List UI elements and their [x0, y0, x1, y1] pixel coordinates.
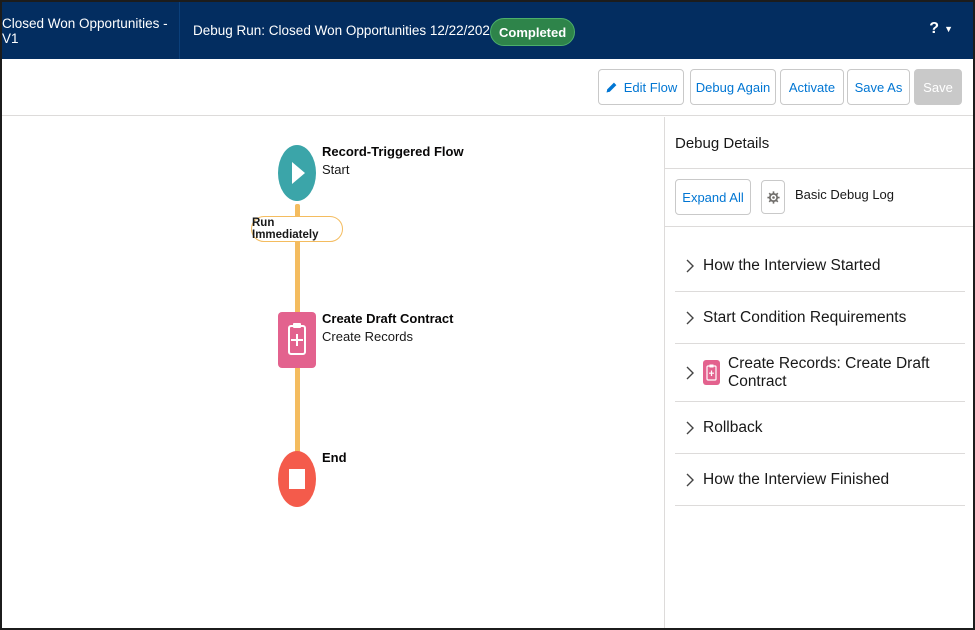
clipboard-plus-icon — [703, 360, 720, 385]
start-node-subtitle: Start — [322, 162, 350, 177]
section-create-records[interactable]: Create Records: Create Draft Contract — [675, 344, 965, 402]
flow-canvas: Record-Triggered Flow Start Run Immediat… — [2, 117, 664, 628]
section-how-interview-started[interactable]: How the Interview Started — [675, 240, 965, 292]
end-node[interactable] — [278, 451, 316, 507]
chevron-right-icon — [686, 366, 694, 379]
action-node-title: Create Draft Contract — [322, 311, 454, 326]
section-start-condition-requirements[interactable]: Start Condition Requirements — [675, 292, 965, 344]
chevron-down-icon: ▼ — [944, 24, 953, 34]
chevron-right-icon — [686, 311, 694, 324]
edit-flow-button[interactable]: Edit Flow — [598, 69, 684, 105]
start-node[interactable] — [278, 145, 316, 201]
help-icon: ? — [929, 20, 940, 37]
section-label: Create Records: Create Draft Contract — [728, 354, 930, 390]
debug-sections-list: How the Interview Started Start Conditio… — [675, 240, 965, 506]
status-badge: Completed — [490, 18, 576, 46]
action-node-subtitle: Create Records — [322, 329, 414, 344]
debug-details-panel: Debug Details Expand All Basic Debug Log… — [664, 117, 973, 628]
section-label: How the Interview Finished — [703, 470, 890, 488]
section-how-interview-finished[interactable]: How the Interview Finished — [675, 454, 965, 506]
chevron-right-icon — [686, 473, 694, 486]
section-label: How the Interview Started — [703, 256, 881, 274]
clipboard-plus-icon — [278, 312, 316, 368]
section-label: Rollback — [703, 418, 763, 436]
debug-log-level-label: Basic Debug Log — [795, 187, 895, 202]
divider — [665, 226, 973, 227]
save-as-button[interactable]: Save As — [847, 69, 910, 105]
run-immediately-path-label[interactable]: Run Immediately — [251, 216, 343, 242]
chevron-right-icon — [686, 259, 694, 272]
top-header: Closed Won Opportunities - V1 Debug Run:… — [2, 2, 973, 59]
toolbar: Edit Flow Debug Again Activate Save As S… — [2, 59, 973, 116]
connector-line — [295, 364, 300, 456]
flow-name-tab[interactable]: Closed Won Opportunities - V1 — [2, 2, 180, 59]
expand-all-button[interactable]: Expand All — [675, 179, 751, 215]
panel-title: Debug Details — [675, 135, 770, 152]
create-draft-contract-node[interactable] — [278, 312, 316, 368]
start-node-title: Record-Triggered Flow — [322, 144, 464, 159]
pencil-icon — [606, 82, 617, 92]
edit-flow-label: Edit Flow — [623, 79, 678, 95]
gear-icon — [766, 190, 780, 204]
end-node-title: End — [322, 450, 347, 465]
help-menu-button[interactable]: ? ▼ — [929, 20, 953, 38]
activate-button[interactable]: Activate — [780, 69, 844, 105]
section-label: Start Condition Requirements — [703, 308, 907, 326]
play-icon — [278, 145, 316, 201]
debug-settings-button[interactable] — [761, 180, 785, 214]
debug-again-button[interactable]: Debug Again — [690, 69, 776, 105]
stop-icon — [278, 451, 316, 507]
app-window: Closed Won Opportunities - V1 Debug Run:… — [0, 0, 975, 630]
chevron-right-icon — [686, 421, 694, 434]
save-button[interactable]: Save — [914, 69, 962, 105]
divider — [665, 168, 973, 169]
section-rollback[interactable]: Rollback — [675, 402, 965, 454]
